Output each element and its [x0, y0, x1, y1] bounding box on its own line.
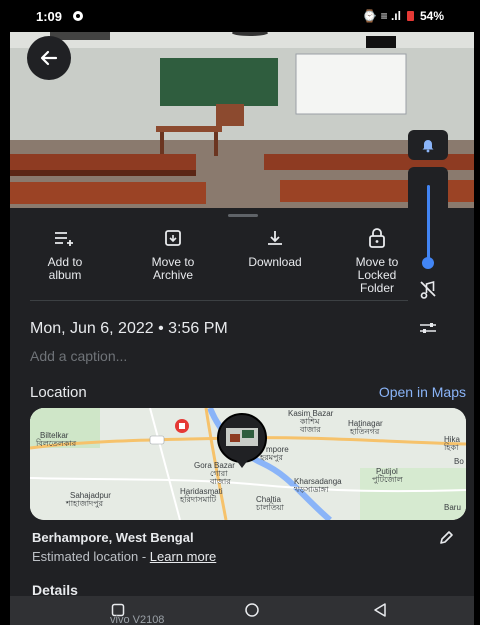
- edit-location-button[interactable]: [438, 530, 454, 551]
- sheet-drag-handle[interactable]: [228, 214, 258, 217]
- move-to-archive-label: Move to Archive: [151, 255, 195, 282]
- learn-more-link[interactable]: Learn more: [150, 549, 216, 564]
- map-label: Bo: [454, 457, 464, 466]
- signal-indicators: ⌚ ≡ .ıl: [362, 9, 401, 23]
- classroom-photo: [10, 30, 474, 212]
- archive-icon: [165, 230, 181, 246]
- battery-icon: [406, 11, 414, 21]
- map-label: হরমপুর: [260, 453, 283, 462]
- add-to-album-button[interactable]: Add to album: [20, 226, 110, 282]
- home-button[interactable]: [242, 602, 262, 618]
- sliders-icon: [420, 323, 436, 333]
- download-label: Download: [248, 255, 302, 269]
- action-row: Add to album Move to Archive Download Mo…: [10, 226, 474, 306]
- system-nav-bar: vivo V2108: [10, 596, 474, 625]
- device-label: vivo V2108: [110, 614, 165, 625]
- map-label: বাজার: [300, 425, 321, 434]
- divider: [30, 300, 420, 301]
- volume-slider-knob[interactable]: [422, 257, 434, 269]
- battery-percent: 54%: [419, 9, 444, 23]
- ringer-mode-button[interactable]: [408, 130, 448, 160]
- playlist-add-icon: [55, 232, 73, 246]
- location-name: Berhampore, West Bengal: [32, 530, 194, 545]
- status-time: 1:09: [36, 8, 63, 24]
- music-off-icon: [420, 280, 436, 299]
- media-mute-button[interactable]: [418, 279, 438, 304]
- status-bar: 1:09 ⌚ ≡ .ıl 54%: [0, 0, 480, 32]
- pencil-icon: [440, 531, 453, 544]
- map-label: বাজার: [210, 477, 231, 486]
- map-label: পুটিজোল: [372, 475, 403, 484]
- add-to-album-label: Add to album: [47, 255, 83, 282]
- back-nav-button[interactable]: [370, 602, 390, 618]
- location-map[interactable]: Biltelkar বিলতেলকার Kasim Bazar কাশিম বা…: [30, 408, 466, 520]
- map-label: হরিদাসমাটি: [180, 495, 217, 504]
- map-label: Baru: [444, 503, 461, 512]
- volume-settings-button[interactable]: [418, 321, 438, 340]
- lock-icon: [369, 228, 385, 248]
- status-indicators: ⌚ ≡ .ıl 54%: [362, 9, 444, 23]
- estimated-location-text: Estimated location -: [32, 549, 150, 564]
- map-label: শাহাজাদপুর: [66, 499, 104, 508]
- info-sheet: Add to album Move to Archive Download Mo…: [10, 208, 474, 625]
- app-notification-icon: [73, 11, 84, 21]
- photo-preview[interactable]: [10, 30, 474, 212]
- photo-datetime[interactable]: Mon, Jun 6, 2022 • 3:56 PM: [30, 320, 228, 338]
- map-label: বিলতেলকার: [36, 439, 77, 448]
- map-label: খড়সাডাঙ্গা: [294, 485, 329, 494]
- map-label: চালতিয়া: [256, 503, 284, 512]
- back-button[interactable]: [27, 36, 71, 80]
- move-to-archive-button[interactable]: Move to Archive: [128, 226, 218, 282]
- circle-icon: [245, 603, 259, 617]
- estimated-location: Estimated location - Learn more: [32, 549, 216, 564]
- caption-input[interactable]: Add a caption...: [30, 348, 127, 364]
- location-heading: Location: [30, 384, 87, 401]
- bell-icon: [422, 140, 434, 153]
- volume-slider-track[interactable]: [427, 185, 430, 265]
- volume-panel: [408, 167, 448, 345]
- open-in-maps-link[interactable]: Open in Maps: [379, 384, 466, 400]
- download-button[interactable]: Download: [230, 226, 320, 269]
- arrow-left-icon: [40, 50, 58, 66]
- download-icon: [268, 231, 282, 245]
- map-label: হাতিনগর: [350, 427, 380, 436]
- map-label: হিকা: [444, 443, 459, 452]
- triangle-back-icon: [374, 603, 386, 617]
